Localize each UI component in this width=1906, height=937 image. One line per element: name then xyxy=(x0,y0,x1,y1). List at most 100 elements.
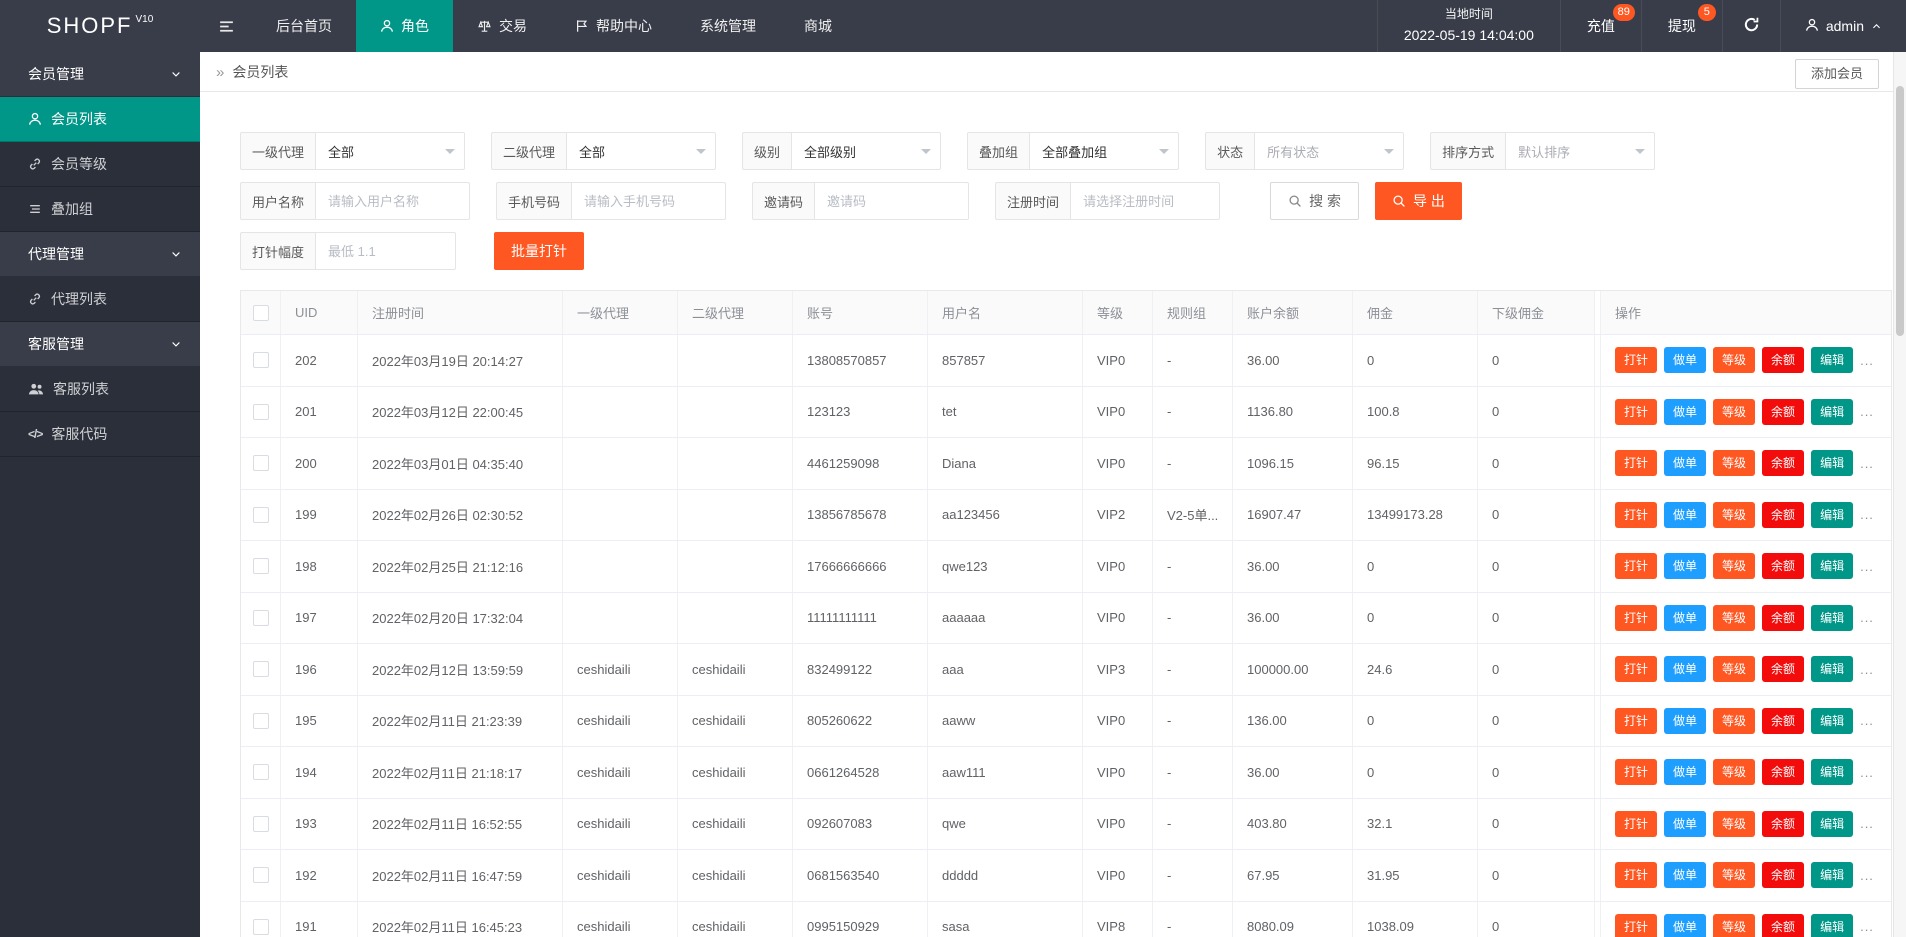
withdraw-button[interactable]: 提现 5 xyxy=(1642,0,1723,52)
more-actions[interactable]: ... xyxy=(1860,610,1874,625)
action-button-0[interactable]: 打针 xyxy=(1615,707,1658,734)
action-button-0[interactable]: 打针 xyxy=(1615,501,1658,528)
action-button-2[interactable]: 等级 xyxy=(1713,707,1756,734)
action-button-3[interactable]: 余额 xyxy=(1762,656,1805,683)
action-button-2[interactable]: 等级 xyxy=(1713,656,1756,683)
action-button-2[interactable]: 等级 xyxy=(1713,501,1756,528)
action-button-0[interactable]: 打针 xyxy=(1615,604,1658,631)
add-member-button[interactable]: 添加会员 xyxy=(1794,59,1879,89)
export-button[interactable]: 导 出 xyxy=(1374,182,1462,220)
action-button-3[interactable]: 余额 xyxy=(1762,347,1805,374)
action-button-4[interactable]: 编辑 xyxy=(1811,553,1854,580)
sidebar-section-agent-management[interactable]: 代理管理 xyxy=(0,232,200,277)
action-button-2[interactable]: 等级 xyxy=(1713,450,1756,477)
action-button-0[interactable]: 打针 xyxy=(1615,810,1658,837)
action-button-0[interactable]: 打针 xyxy=(1615,862,1658,889)
scrollbar-thumb[interactable] xyxy=(1896,86,1904,336)
batch-inject-button[interactable]: 批量打针 xyxy=(494,232,585,270)
action-button-4[interactable]: 编辑 xyxy=(1811,707,1854,734)
action-button-2[interactable]: 等级 xyxy=(1713,913,1756,937)
sidebar-item-service-code[interactable]: </> 客服代码 xyxy=(0,412,200,457)
action-button-4[interactable]: 编辑 xyxy=(1811,759,1854,786)
nav-item-0[interactable]: 后台首页 xyxy=(252,0,356,52)
sidebar-section-service-management[interactable]: 客服管理 xyxy=(0,322,200,367)
row-checkbox[interactable] xyxy=(252,712,269,729)
admin-menu[interactable]: admin xyxy=(1781,0,1906,52)
menu-collapse-icon[interactable] xyxy=(200,0,252,52)
sidebar-item-member-level[interactable]: 会员等级 xyxy=(0,142,200,187)
row-checkbox[interactable] xyxy=(252,661,269,678)
row-checkbox[interactable] xyxy=(252,455,269,472)
action-button-2[interactable]: 等级 xyxy=(1713,862,1756,889)
more-actions[interactable]: ... xyxy=(1860,868,1874,883)
action-button-4[interactable]: 编辑 xyxy=(1811,810,1854,837)
action-button-3[interactable]: 余额 xyxy=(1762,553,1805,580)
more-actions[interactable]: ... xyxy=(1860,404,1874,419)
action-button-3[interactable]: 余额 xyxy=(1762,810,1805,837)
action-button-1[interactable]: 做单 xyxy=(1664,553,1707,580)
filter-dropdown-2[interactable]: 全部级别 xyxy=(791,132,942,170)
action-button-3[interactable]: 余额 xyxy=(1762,450,1805,477)
select-all-checkbox[interactable] xyxy=(252,304,269,321)
action-button-2[interactable]: 等级 xyxy=(1713,810,1756,837)
vertical-scrollbar[interactable] xyxy=(1893,52,1906,937)
more-actions[interactable]: ... xyxy=(1860,353,1874,368)
action-button-1[interactable]: 做单 xyxy=(1664,913,1707,937)
action-button-3[interactable]: 余额 xyxy=(1762,707,1805,734)
nav-item-3[interactable]: 帮助中心 xyxy=(551,0,676,52)
action-button-1[interactable]: 做单 xyxy=(1664,501,1707,528)
action-button-0[interactable]: 打针 xyxy=(1615,450,1658,477)
action-button-3[interactable]: 余额 xyxy=(1762,604,1805,631)
filter-input-1[interactable] xyxy=(571,182,727,220)
filter-dropdown-5[interactable]: 默认排序 xyxy=(1505,132,1656,170)
action-button-2[interactable]: 等级 xyxy=(1713,553,1756,580)
nav-item-5[interactable]: 商城 xyxy=(780,0,856,52)
filter-dropdown-1[interactable]: 全部 xyxy=(566,132,717,170)
action-button-1[interactable]: 做单 xyxy=(1664,398,1707,425)
action-button-3[interactable]: 余额 xyxy=(1762,862,1805,889)
filter-input-2[interactable] xyxy=(814,182,970,220)
more-actions[interactable]: ... xyxy=(1860,559,1874,574)
action-button-1[interactable]: 做单 xyxy=(1664,810,1707,837)
nav-item-1[interactable]: 角色 xyxy=(356,0,453,52)
action-button-2[interactable]: 等级 xyxy=(1713,604,1756,631)
action-button-4[interactable]: 编辑 xyxy=(1811,656,1854,683)
action-button-1[interactable]: 做单 xyxy=(1664,347,1707,374)
inject-range-input[interactable] xyxy=(315,232,457,270)
filter-input-3[interactable] xyxy=(1070,182,1221,220)
action-button-3[interactable]: 余额 xyxy=(1762,398,1805,425)
action-button-4[interactable]: 编辑 xyxy=(1811,604,1854,631)
sidebar-item-member-list[interactable]: 会员列表 xyxy=(0,97,200,142)
row-checkbox[interactable] xyxy=(252,352,269,369)
more-actions[interactable]: ... xyxy=(1860,456,1874,471)
action-button-1[interactable]: 做单 xyxy=(1664,656,1707,683)
action-button-4[interactable]: 编辑 xyxy=(1811,398,1854,425)
more-actions[interactable]: ... xyxy=(1860,507,1874,522)
nav-item-2[interactable]: 交易 xyxy=(453,0,551,52)
action-button-1[interactable]: 做单 xyxy=(1664,759,1707,786)
action-button-0[interactable]: 打针 xyxy=(1615,553,1658,580)
action-button-0[interactable]: 打针 xyxy=(1615,656,1658,683)
action-button-4[interactable]: 编辑 xyxy=(1811,450,1854,477)
action-button-4[interactable]: 编辑 xyxy=(1811,913,1854,937)
action-button-0[interactable]: 打针 xyxy=(1615,913,1658,937)
row-checkbox[interactable] xyxy=(252,867,269,884)
action-button-3[interactable]: 余额 xyxy=(1762,913,1805,937)
action-button-4[interactable]: 编辑 xyxy=(1811,862,1854,889)
action-button-1[interactable]: 做单 xyxy=(1664,604,1707,631)
recharge-button[interactable]: 充值 89 xyxy=(1561,0,1642,52)
sidebar-item-service-list[interactable]: 客服列表 xyxy=(0,367,200,412)
refresh-button[interactable] xyxy=(1723,0,1781,52)
action-button-0[interactable]: 打针 xyxy=(1615,398,1658,425)
filter-input-0[interactable] xyxy=(315,182,471,220)
sidebar-section-member-management[interactable]: 会员管理 xyxy=(0,52,200,97)
action-button-3[interactable]: 余额 xyxy=(1762,501,1805,528)
more-actions[interactable]: ... xyxy=(1860,765,1874,780)
row-checkbox[interactable] xyxy=(252,815,269,832)
sidebar-item-agent-list[interactable]: 代理列表 xyxy=(0,277,200,322)
action-button-4[interactable]: 编辑 xyxy=(1811,347,1854,374)
action-button-2[interactable]: 等级 xyxy=(1713,398,1756,425)
action-button-1[interactable]: 做单 xyxy=(1664,707,1707,734)
action-button-0[interactable]: 打针 xyxy=(1615,759,1658,786)
more-actions[interactable]: ... xyxy=(1860,662,1874,677)
